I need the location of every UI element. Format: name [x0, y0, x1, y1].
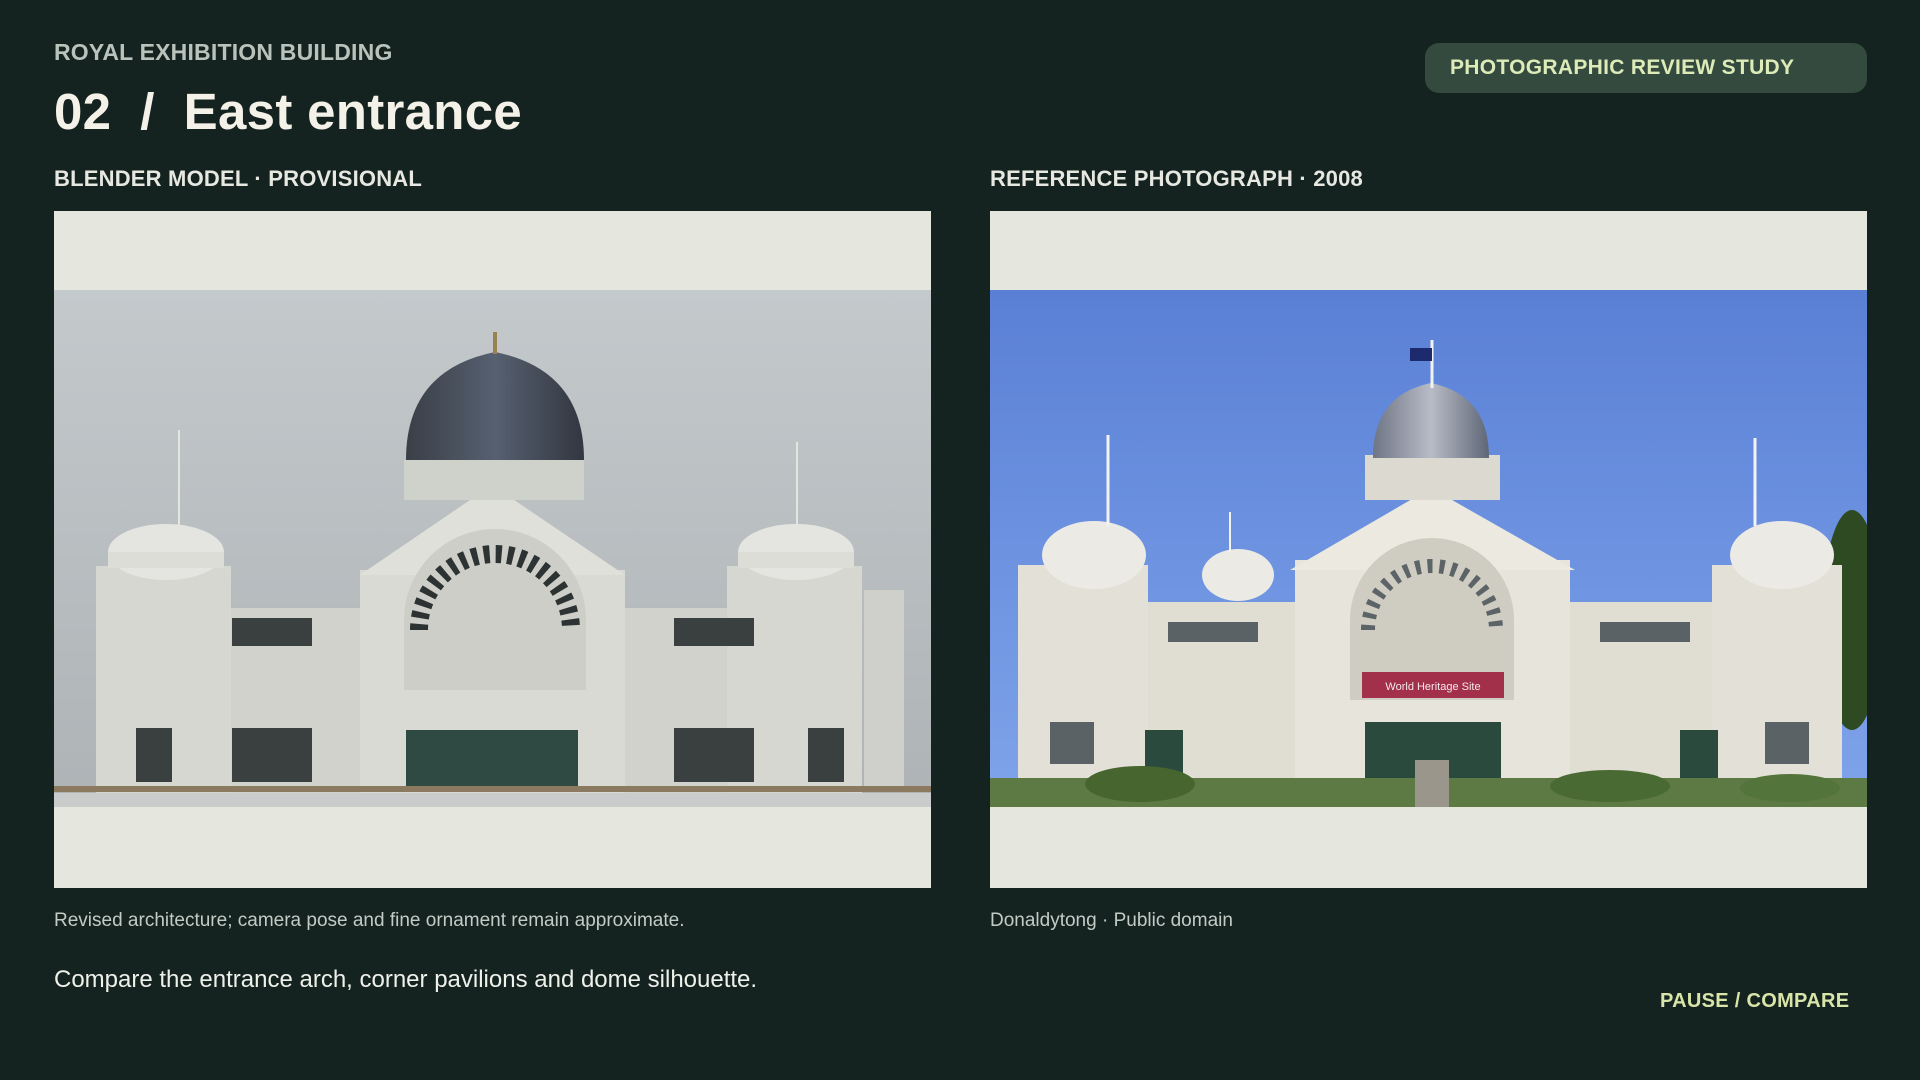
model-panel-label: BLENDER MODEL · PROVISIONAL [54, 166, 423, 191]
model-render-frame [54, 211, 931, 888]
page-title: 02 / East entrance [54, 83, 523, 140]
model-caption: Revised architecture; camera pose and fi… [54, 910, 685, 931]
reference-photo-frame: World Heritage Site [990, 211, 1867, 888]
pause-compare-button[interactable]: PAUSE / COMPARE [1660, 990, 1849, 1013]
study-badge-label: PHOTOGRAPHIC REVIEW STUDY [1450, 56, 1795, 79]
study-badge: PHOTOGRAPHIC REVIEW STUDY [1425, 43, 1867, 93]
heritage-banner-text: World Heritage Site [1385, 681, 1480, 693]
photo-caption: Donaldytong · Public domain [990, 910, 1233, 931]
photo-panel-label: REFERENCE PHOTOGRAPH · 2008 [990, 166, 1363, 191]
reference-photo-image: World Heritage Site [990, 290, 1867, 807]
comparison-prompt: Compare the entrance arch, corner pavili… [54, 966, 758, 993]
model-render-image [54, 290, 931, 807]
building-eyebrow: ROYAL EXHIBITION BUILDING [54, 39, 393, 65]
